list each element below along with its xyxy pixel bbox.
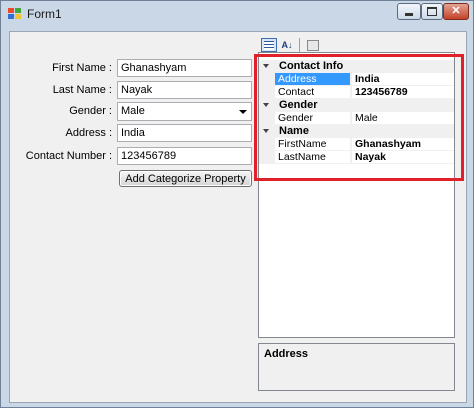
close-button[interactable]: ✕: [443, 3, 469, 20]
first-name-input[interactable]: Ghanashyam: [117, 59, 252, 77]
first-name-label: First Name :: [52, 62, 112, 74]
alphabetical-button[interactable]: A↓: [279, 38, 295, 52]
description-title: Address: [264, 348, 309, 360]
minimize-button[interactable]: [397, 3, 421, 20]
categorized-icon: [264, 40, 274, 50]
property-description-pane: Address: [258, 343, 455, 391]
highlight-box: [254, 54, 464, 181]
alphabetical-icon: A↓: [281, 39, 293, 50]
title-bar[interactable]: Form1 ✕: [2, 2, 472, 26]
add-categorize-property-button[interactable]: Add Categorize Property: [119, 170, 252, 187]
toolbar-separator: [299, 38, 300, 52]
address-label: Address :: [65, 127, 112, 139]
gender-selected-value: Male: [121, 105, 145, 117]
property-pages-icon: [307, 39, 319, 51]
categorized-button[interactable]: [261, 38, 277, 52]
maximize-button[interactable]: [421, 3, 443, 20]
property-pages-button[interactable]: [305, 38, 321, 52]
gender-label: Gender :: [69, 105, 112, 117]
contact-number-label: Contact Number :: [25, 150, 112, 162]
maximize-icon: [427, 7, 437, 16]
last-name-label: Last Name :: [52, 84, 112, 96]
gender-dropdown[interactable]: Male: [117, 102, 252, 121]
chevron-down-icon[interactable]: [239, 110, 247, 114]
form-app-icon: [8, 8, 22, 20]
address-input[interactable]: India: [117, 124, 252, 142]
window-title: Form1: [27, 7, 62, 21]
contact-number-input[interactable]: 123456789: [117, 147, 252, 165]
minimize-icon: [405, 13, 413, 16]
close-icon: ✕: [451, 5, 461, 17]
last-name-input[interactable]: Nayak: [117, 81, 252, 99]
